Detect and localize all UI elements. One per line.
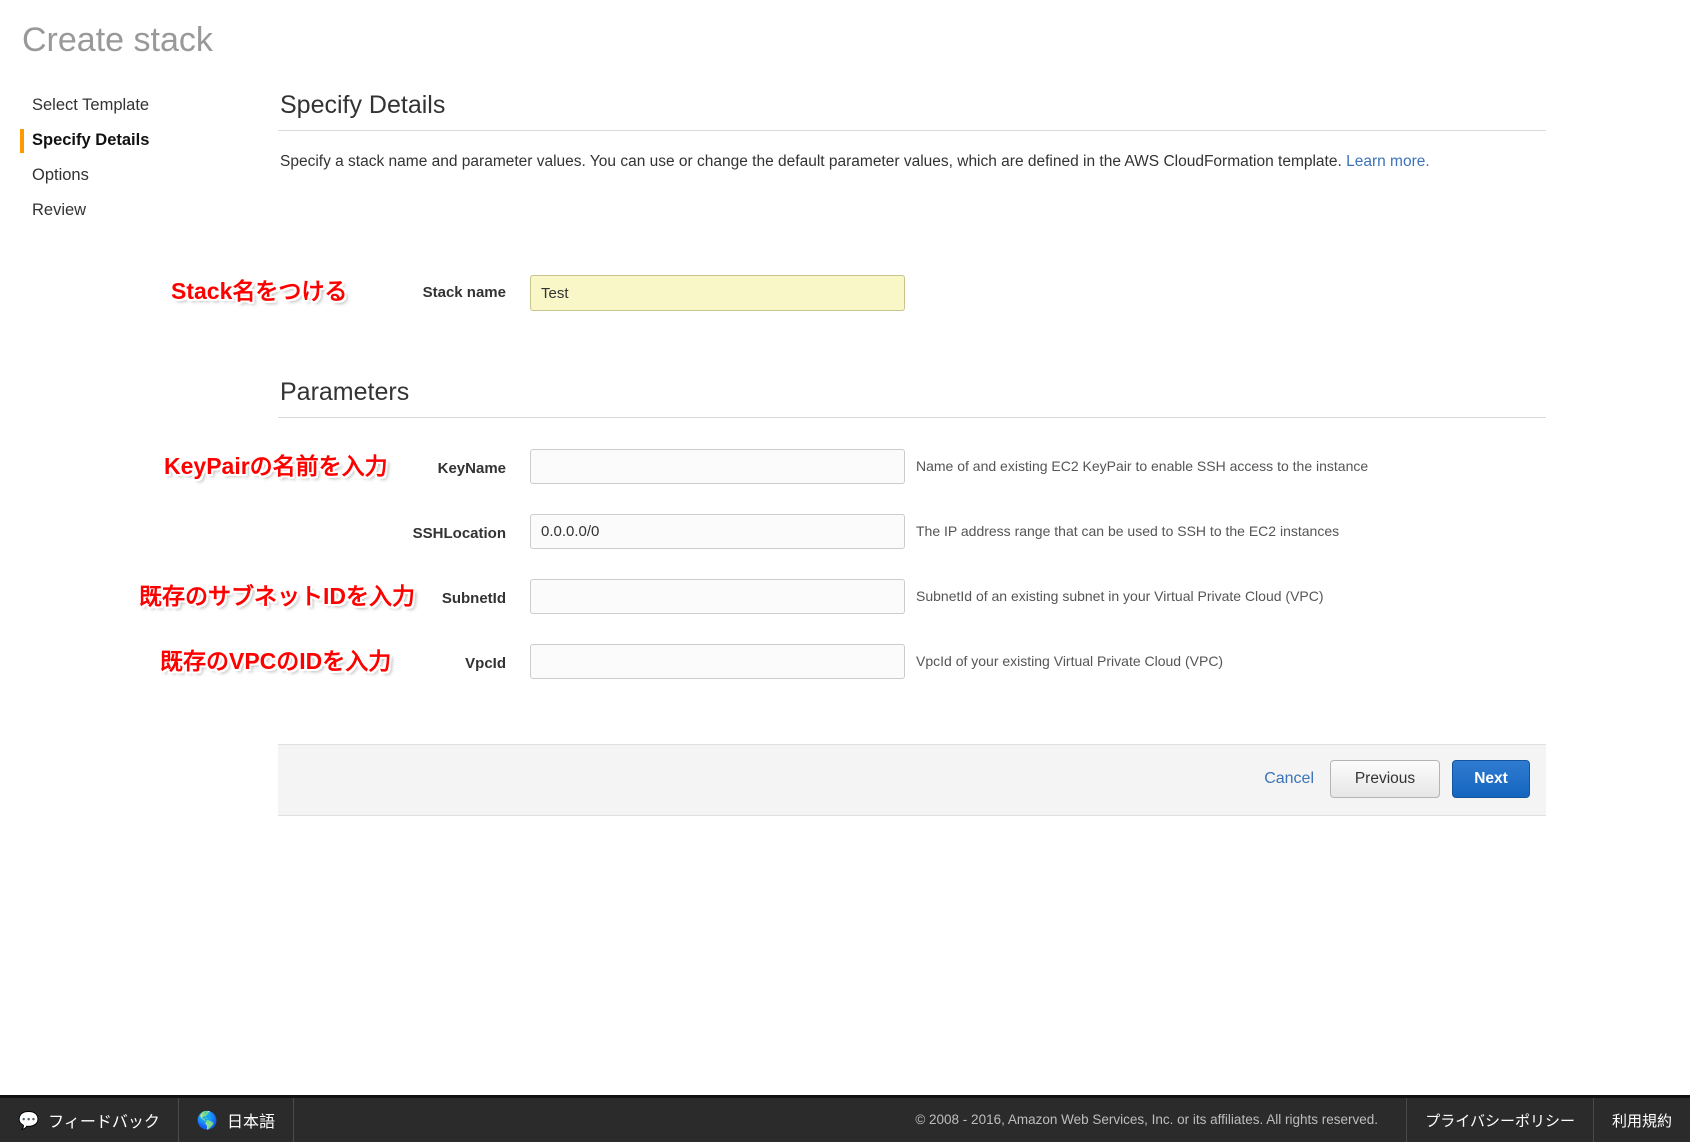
intro-paragraph: Specify a stack name and parameter value…	[278, 149, 1544, 175]
privacy-policy-link[interactable]: プライバシーポリシー	[1406, 1098, 1593, 1142]
learn-more-link[interactable]: Learn more.	[1346, 153, 1430, 170]
parameter-input-sshlocation[interactable]	[530, 514, 905, 549]
parameter-description-sshlocation: The IP address range that can be used to…	[916, 523, 1340, 539]
parameter-description-keyname: Name of and existing EC2 KeyPair to enab…	[916, 458, 1369, 474]
bottom-bar-left: 💬 フィードバック 🌎 日本語	[0, 1098, 295, 1142]
parameter-label-vpcid: VpcId	[465, 655, 506, 672]
parameter-label-subnetid: SubnetId	[441, 590, 506, 607]
bottom-bar-right: プライバシーポリシー 利用規約	[1406, 1098, 1690, 1142]
sidebar-item-options[interactable]: Options	[0, 158, 240, 193]
wizard-button-bar: Cancel Previous Next	[278, 744, 1546, 816]
cancel-button[interactable]: Cancel	[1264, 770, 1314, 788]
parameter-input-vpcid[interactable]	[530, 644, 905, 679]
annotation-stack-name: Stack名をつける	[171, 278, 348, 304]
sidebar-item-review[interactable]: Review	[0, 193, 240, 228]
stack-name-label: Stack name	[422, 284, 506, 301]
next-button[interactable]: Next	[1452, 760, 1530, 798]
parameter-description-subnetid: SubnetId of an existing subnet in your V…	[916, 588, 1324, 604]
section-divider	[278, 130, 1546, 131]
sidebar-item-label: Select Template	[32, 96, 150, 114]
parameter-input-keyname[interactable]	[530, 449, 905, 484]
sidebar-item-label: Specify Details	[32, 131, 150, 149]
previous-button[interactable]: Previous	[1330, 760, 1440, 798]
intro-text: Specify a stack name and parameter value…	[280, 153, 1347, 170]
parameters-divider	[278, 417, 1546, 418]
globe-icon: 🌎	[196, 1110, 219, 1130]
stack-name-input[interactable]	[530, 275, 905, 311]
main-panel: Specify Details Specify a stack name and…	[278, 88, 1546, 175]
sidebar-item-select-template[interactable]: Select Template	[0, 88, 240, 123]
terms-of-use-link[interactable]: 利用規約	[1592, 1098, 1690, 1142]
language-label: 日本語	[227, 1114, 276, 1131]
copyright-text: © 2008 - 2016, Amazon Web Services, Inc.…	[915, 1112, 1378, 1127]
parameter-label-sshlocation: SSHLocation	[412, 525, 506, 542]
parameter-description-vpcid: VpcId of your existing Virtual Private C…	[916, 653, 1224, 669]
section-title-specify-details: Specify Details	[280, 91, 446, 119]
sidebar-item-label: Review	[32, 201, 87, 219]
wizard-nav: Select Template Specify Details Options …	[0, 88, 240, 228]
sidebar-item-specify-details[interactable]: Specify Details	[0, 123, 240, 158]
language-button[interactable]: 🌎 日本語	[179, 1098, 295, 1142]
bottom-bar: 💬 フィードバック 🌎 日本語 © 2008 - 2016, Amazon We…	[0, 1095, 1690, 1142]
parameter-label-keyname: KeyName	[437, 460, 506, 477]
parameter-input-subnetid[interactable]	[530, 579, 905, 614]
parameters-section: Parameters	[278, 375, 1546, 418]
feedback-button[interactable]: 💬 フィードバック	[0, 1098, 179, 1142]
sidebar-item-label: Options	[32, 166, 89, 184]
section-title-parameters: Parameters	[280, 378, 410, 406]
speech-bubble-icon: 💬	[18, 1110, 40, 1130]
feedback-label: フィードバック	[48, 1114, 160, 1131]
page-title: Create stack	[22, 21, 213, 59]
